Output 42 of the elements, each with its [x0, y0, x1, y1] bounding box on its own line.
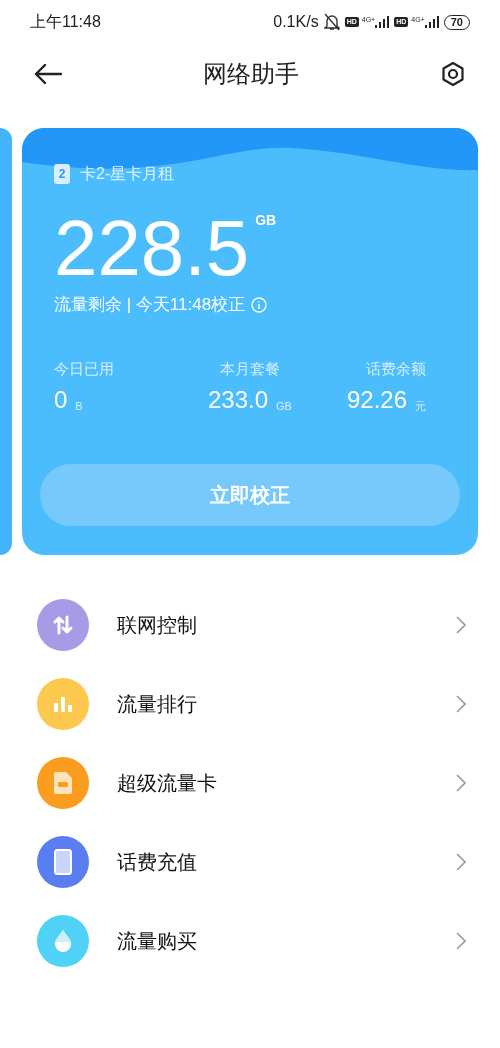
stat-label: 话费余额 — [366, 358, 426, 379]
stat-value: 92.26 — [346, 386, 407, 414]
chevron-icon — [456, 931, 466, 950]
chevron-icon — [456, 773, 466, 792]
menu-item[interactable]: 流量购买 — [0, 901, 500, 980]
sim-card-icon — [54, 771, 72, 794]
menu-label: 话费充值 — [117, 849, 198, 875]
bar-chart-icon — [53, 695, 73, 712]
phone-icon — [54, 848, 72, 875]
back-arrow-icon[interactable] — [34, 64, 62, 84]
status-time: 上午11:48 — [30, 12, 101, 32]
chevron-icon — [456, 694, 466, 713]
signal-icon — [375, 16, 390, 28]
page-title: 网络助手 — [203, 59, 299, 89]
chevron-icon — [456, 615, 466, 634]
menu-item[interactable]: 联网控制 — [0, 585, 500, 664]
bell-off-icon — [323, 13, 340, 31]
menu-label: 流量排行 — [117, 691, 198, 717]
menu-label: 联网控制 — [117, 612, 198, 638]
stat-unit: B — [75, 398, 83, 414]
stat-unit: 元 — [415, 398, 426, 414]
menu-item[interactable]: 话费充值 — [0, 822, 500, 901]
menu-item[interactable]: 流量排行 — [0, 664, 500, 743]
chevron-icon — [456, 852, 466, 871]
network-speed: 0.1K/s — [273, 12, 319, 32]
remaining-unit: GB — [255, 211, 277, 230]
stat-label: 今日已用 — [54, 358, 114, 379]
sim-slot-icon: 2 — [54, 164, 70, 184]
up-down-arrows-icon — [52, 613, 74, 636]
stat-unit: GB — [276, 398, 292, 414]
stat-value: 233.0 — [208, 386, 269, 414]
remaining-data: 228.5 — [54, 208, 250, 288]
sim-name: 卡2-星卡月租 — [80, 164, 175, 184]
signal-icon — [424, 16, 439, 28]
stat-value: 0 — [54, 386, 68, 414]
water-drop-icon — [53, 928, 73, 953]
stat-label: 本月套餐 — [220, 358, 280, 379]
remaining-caption: 流量剩余 | 今天11:48校正 — [54, 294, 246, 316]
menu-item[interactable]: 超级流量卡 — [0, 743, 500, 822]
menu-label: 超级流量卡 — [117, 770, 218, 796]
menu-label: 流量购买 — [117, 928, 198, 954]
settings-icon[interactable] — [440, 61, 466, 87]
